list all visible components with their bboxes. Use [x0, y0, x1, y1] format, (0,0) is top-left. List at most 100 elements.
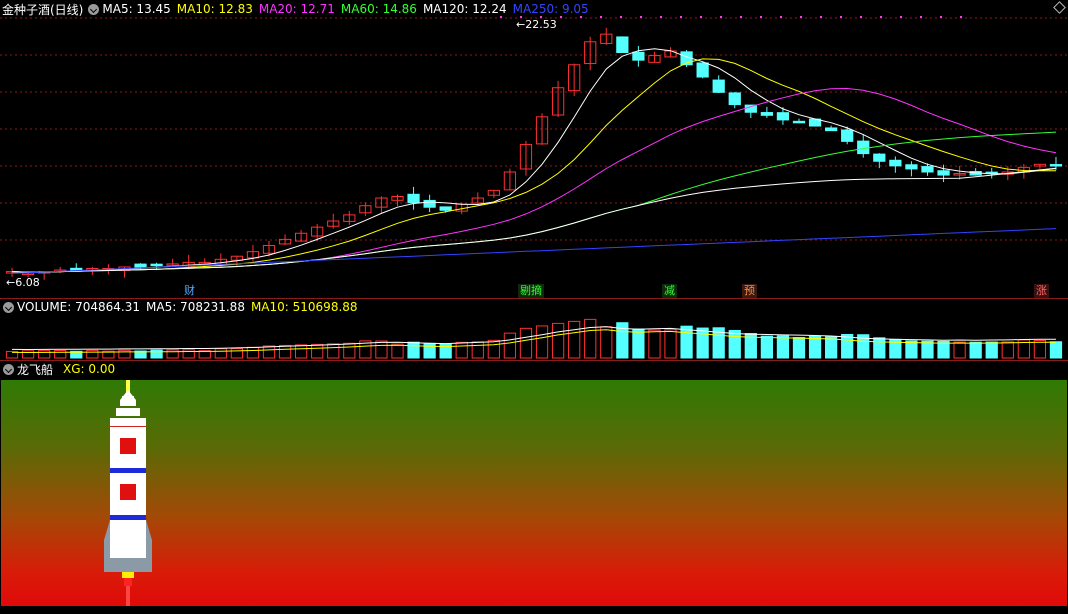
- candle-body: [70, 267, 83, 271]
- high-price-label: ←22.53: [516, 18, 557, 31]
- volume-bar: [1049, 341, 1063, 359]
- volume-bar: [1001, 341, 1014, 359]
- ma120-label: MA120: 12.24: [422, 2, 507, 16]
- candle-body: [825, 127, 838, 132]
- ma120-line: [11, 167, 1057, 273]
- volume-bar: [375, 340, 388, 359]
- candle-body: [616, 36, 629, 54]
- volume-bar: [825, 336, 838, 359]
- volume-bar: [696, 327, 709, 359]
- volume-ma5-label: MA5: 708231.88: [146, 300, 245, 314]
- price-chart-panel[interactable]: 金种子酒(日线) MA5: 13.45 MA10: 12.83 MA20: 12…: [0, 0, 1068, 298]
- volume-bar: [503, 332, 517, 359]
- volume-bar: [760, 335, 773, 359]
- volume-bar: [407, 341, 420, 359]
- volume-bar: [551, 322, 565, 359]
- volume-bar: [680, 325, 693, 359]
- candle-body: [776, 112, 790, 121]
- volume-label: VOLUME: 704864.31: [17, 300, 140, 314]
- volume-bar: [873, 337, 886, 359]
- volume-panel[interactable]: VOLUME: 704864.31 MA5: 708231.88 MA10: 5…: [0, 298, 1068, 360]
- volume-bar: [568, 320, 581, 359]
- event-marker-reduce[interactable]: 减: [662, 284, 677, 298]
- candle-body: [1049, 164, 1063, 167]
- volume-bar: [311, 343, 324, 359]
- price-chart[interactable]: [0, 0, 1068, 298]
- volume-bar: [600, 326, 613, 359]
- volume-bar: [1033, 339, 1047, 359]
- price-chart-header: 金种子酒(日线) MA5: 13.45 MA10: 12.83 MA20: 12…: [0, 0, 1068, 18]
- volume-bar: [519, 327, 533, 359]
- candle-body: [439, 206, 452, 211]
- candle-body: [760, 112, 773, 116]
- volume-bar: [664, 329, 677, 359]
- volume-bar: [905, 340, 918, 359]
- event-marker-st-removal[interactable]: 剔摘: [518, 284, 544, 298]
- volume-bar: [728, 329, 741, 359]
- volume-bar: [278, 344, 292, 359]
- volume-bar: [391, 343, 404, 359]
- ma250-label: MA250: 9.05: [512, 2, 589, 16]
- ma5-label: MA5: 13.45: [102, 2, 171, 16]
- indicator-panel[interactable]: 龙飞船 XG: 0.00: [0, 360, 1068, 614]
- ma60-label: MA60: 14.86: [340, 2, 417, 16]
- event-marker-financial[interactable]: 财: [182, 284, 197, 298]
- volume-bar: [327, 343, 340, 359]
- candle-body: [921, 166, 934, 173]
- volume-bar: [262, 345, 276, 359]
- volume-ma10-label: MA10: 510698.88: [250, 300, 358, 314]
- volume-bar: [648, 329, 661, 359]
- ma20-line: [11, 87, 1057, 273]
- volume-bar: [969, 341, 982, 359]
- volume-bar: [921, 340, 934, 359]
- volume-bar: [985, 341, 998, 359]
- event-marker-rise[interactable]: 涨: [1034, 284, 1049, 298]
- low-price-label: ←6.08: [6, 276, 40, 289]
- volume-bar: [214, 348, 227, 359]
- volume-bar: [937, 340, 950, 359]
- candle-body: [134, 263, 147, 268]
- rocket-icon: [104, 380, 152, 606]
- chevron-down-icon[interactable]: [3, 301, 14, 313]
- candle-body: [423, 199, 436, 208]
- candle-body: [712, 79, 725, 93]
- volume-bar: [86, 349, 99, 359]
- volume-bar: [230, 348, 243, 359]
- volume-bar: [455, 341, 468, 359]
- candle-body: [792, 120, 806, 124]
- volume-bar: [295, 344, 308, 359]
- volume-bar: [584, 318, 597, 359]
- volume-bar: [792, 337, 806, 359]
- volume-bar: [54, 350, 67, 359]
- volume-bar: [246, 346, 260, 359]
- candle-body: [150, 263, 163, 267]
- volume-bar: [841, 333, 854, 359]
- volume-header: VOLUME: 704864.31 MA5: 708231.88 MA10: 5…: [0, 298, 1068, 316]
- ma250-line: [11, 228, 1057, 274]
- volume-bar: [38, 350, 51, 359]
- candle-body: [857, 140, 870, 155]
- volume-bar: [423, 342, 436, 359]
- candle-body: [841, 129, 854, 142]
- candle-body: [696, 62, 709, 78]
- candle-body: [728, 92, 741, 106]
- candle-body: [905, 164, 918, 170]
- ma20-label: MA20: 12.71: [258, 2, 335, 16]
- event-marker-forecast[interactable]: 预: [742, 284, 757, 298]
- candle-body: [632, 51, 645, 61]
- volume-bar: [808, 335, 822, 359]
- volume-bar: [471, 341, 484, 359]
- volume-bar: [632, 328, 645, 359]
- volume-bar: [343, 342, 356, 359]
- chevron-down-icon[interactable]: [88, 3, 100, 15]
- volume-bar: [487, 339, 500, 359]
- ma10-label: MA10: 12.83: [176, 2, 253, 16]
- volume-bar: [776, 335, 790, 359]
- candle-body: [937, 170, 950, 176]
- candle-body: [873, 153, 886, 162]
- volume-bar: [535, 325, 549, 359]
- candle-body: [407, 193, 420, 204]
- rocket-graphic: [104, 380, 152, 606]
- candle-body: [889, 159, 902, 167]
- volume-bar: [953, 341, 966, 359]
